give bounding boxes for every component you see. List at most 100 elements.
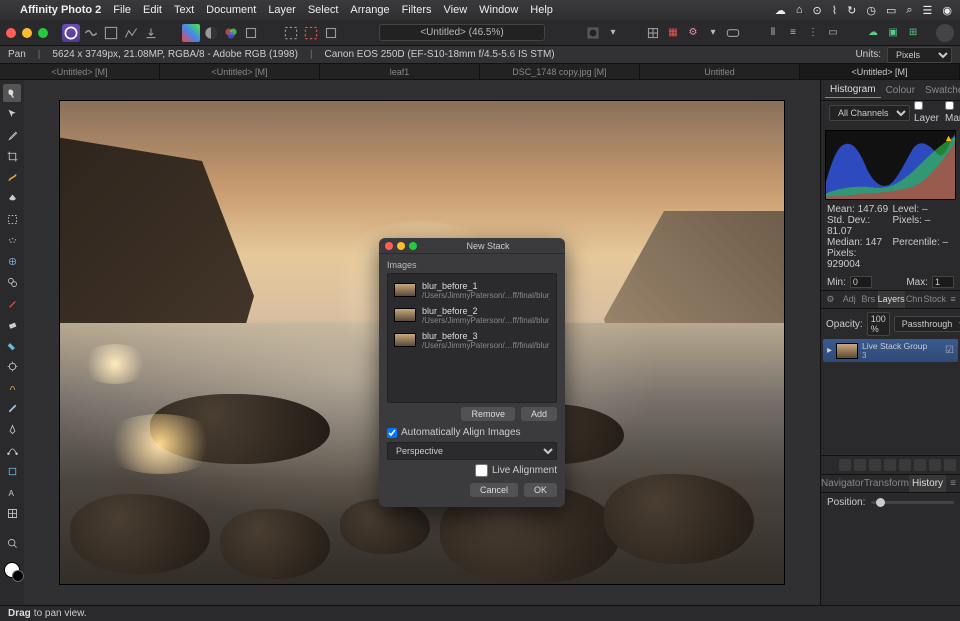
delete-layer-icon[interactable]: [929, 459, 941, 471]
cancel-button[interactable]: Cancel: [470, 483, 518, 497]
stack-image-item[interactable]: blur_before_1/Users/JimmyPaterson/…ff/fi…: [388, 278, 556, 303]
flood-select-tool[interactable]: [3, 189, 21, 207]
menu-document[interactable]: Document: [206, 4, 256, 16]
close-window[interactable]: [6, 28, 16, 38]
paint-brush-tool[interactable]: [3, 294, 21, 312]
auto-align-input[interactable]: [387, 428, 397, 438]
dialog-zoom[interactable]: [409, 242, 417, 250]
selection-grow[interactable]: [322, 24, 340, 42]
ok-button[interactable]: OK: [524, 483, 557, 497]
stack-image-item[interactable]: blur_before_2/Users/JimmyPaterson/…ff/fi…: [388, 303, 556, 328]
doc-tab[interactable]: <Untitled> [M]: [0, 64, 160, 79]
auto-align-checkbox[interactable]: Automatically Align Images: [387, 427, 557, 438]
blend-mode-select[interactable]: Passthrough: [894, 316, 960, 332]
tab-layers[interactable]: Layers: [878, 291, 905, 308]
menu-filters[interactable]: Filters: [402, 4, 432, 16]
background-colour[interactable]: [12, 570, 24, 582]
export-persona[interactable]: [142, 24, 160, 42]
freehand-select-tool[interactable]: [3, 231, 21, 249]
cloud-icon[interactable]: ☁: [775, 4, 786, 17]
panel-menu-icon[interactable]: ≡: [946, 475, 960, 492]
dialog-minimize[interactable]: [397, 242, 405, 250]
live-alignment-checkbox[interactable]: [475, 464, 488, 477]
max-input[interactable]: [932, 276, 954, 288]
crop-layer-icon[interactable]: [884, 459, 896, 471]
tab-histogram[interactable]: Histogram: [825, 82, 881, 98]
doc-tab[interactable]: Untitled: [640, 64, 800, 79]
group-icon[interactable]: [899, 459, 911, 471]
arrange-h-button[interactable]: ⫴: [764, 24, 782, 42]
arrange-dist-button[interactable]: ⋮: [804, 24, 822, 42]
headphones-icon[interactable]: ⊙: [813, 4, 822, 17]
wifi-icon[interactable]: ⌇: [832, 4, 837, 17]
layer-item[interactable]: ▸ Live Stack Group 3 ☑: [823, 339, 958, 362]
marquee-checkbox[interactable]: Marquee: [945, 101, 960, 124]
visibility-icon[interactable]: ☑: [945, 345, 954, 356]
menu-window[interactable]: Window: [479, 4, 518, 16]
marquee-tool[interactable]: [3, 210, 21, 228]
battery-icon[interactable]: ▭: [886, 4, 896, 17]
doc-tab[interactable]: <Untitled> [M]: [160, 64, 320, 79]
control-center-icon[interactable]: ☰: [923, 4, 933, 17]
menu-view[interactable]: View: [444, 4, 468, 16]
foreground-colour[interactable]: [4, 562, 20, 578]
dialog-close[interactable]: [385, 242, 393, 250]
account-avatar[interactable]: [936, 24, 954, 42]
pen-tool[interactable]: [3, 420, 21, 438]
stock-button[interactable]: ▣: [884, 24, 902, 42]
canvas-viewport[interactable]: New Stack Images blur_before_1/Users/Jim…: [24, 80, 820, 605]
alignment-method-select[interactable]: Perspective: [387, 442, 557, 460]
doc-tab[interactable]: leaf1: [320, 64, 480, 79]
opacity-value[interactable]: 100 %: [867, 312, 890, 336]
minimize-window[interactable]: [22, 28, 32, 38]
selection-invert[interactable]: [302, 24, 320, 42]
zoom-window[interactable]: [38, 28, 48, 38]
tab-transform[interactable]: Transform: [864, 475, 909, 492]
clone-tool[interactable]: [3, 273, 21, 291]
menu-arrange[interactable]: Arrange: [350, 4, 389, 16]
menu-layer[interactable]: Layer: [268, 4, 296, 16]
remove-button[interactable]: Remove: [461, 407, 515, 421]
crop-tool[interactable]: [3, 147, 21, 165]
photo-persona[interactable]: [62, 24, 80, 42]
autowb-button[interactable]: [242, 24, 260, 42]
quickmask-dropdown[interactable]: ▾: [604, 24, 622, 42]
autolevels-button[interactable]: [182, 24, 200, 42]
mesh-warp-tool[interactable]: [3, 504, 21, 522]
menu-help[interactable]: Help: [530, 4, 553, 16]
history-slider[interactable]: [871, 501, 954, 504]
assistant-dropdown[interactable]: ▾: [704, 24, 722, 42]
assistant-button[interactable]: ⚙: [684, 24, 702, 42]
arrange-v-button[interactable]: ≡: [784, 24, 802, 42]
colour-picker-tool[interactable]: [3, 126, 21, 144]
menu-file[interactable]: File: [113, 4, 131, 16]
snap-button[interactable]: [644, 24, 662, 42]
move-tool[interactable]: [3, 105, 21, 123]
sync-icon[interactable]: ↻: [847, 4, 856, 17]
doc-tab[interactable]: DSC_1748 copy.jpg [M]: [480, 64, 640, 79]
toggle-ui-button[interactable]: [724, 24, 742, 42]
min-input[interactable]: [850, 276, 872, 288]
menu-select[interactable]: Select: [308, 4, 339, 16]
doc-tab[interactable]: <Untitled> [M]: [800, 64, 960, 79]
adjustment-icon[interactable]: [854, 459, 866, 471]
merge-icon[interactable]: [944, 459, 956, 471]
stack-image-item[interactable]: blur_before_3/Users/JimmyPaterson/…ff/fi…: [388, 328, 556, 353]
addons-button[interactable]: ⊞: [904, 24, 922, 42]
dodge-tool[interactable]: [3, 357, 21, 375]
selection-none[interactable]: [282, 24, 300, 42]
view-tool[interactable]: [3, 84, 21, 102]
tab-swatches[interactable]: Swatches: [920, 83, 960, 98]
add-layer-icon[interactable]: [914, 459, 926, 471]
menu-text[interactable]: Text: [174, 4, 194, 16]
tone-mapping-persona[interactable]: [122, 24, 140, 42]
tab-history[interactable]: History: [909, 475, 946, 492]
expand-icon[interactable]: ▸: [827, 345, 832, 356]
units-select[interactable]: Pixels: [887, 47, 952, 63]
tab-colour[interactable]: Colour: [881, 83, 920, 98]
force-pixel-button[interactable]: ▦: [664, 24, 682, 42]
autocontrast-button[interactable]: [202, 24, 220, 42]
autocolor-button[interactable]: [222, 24, 240, 42]
tab-stock[interactable]: Stock: [924, 291, 947, 308]
shield-icon[interactable]: ⌂: [796, 4, 803, 16]
